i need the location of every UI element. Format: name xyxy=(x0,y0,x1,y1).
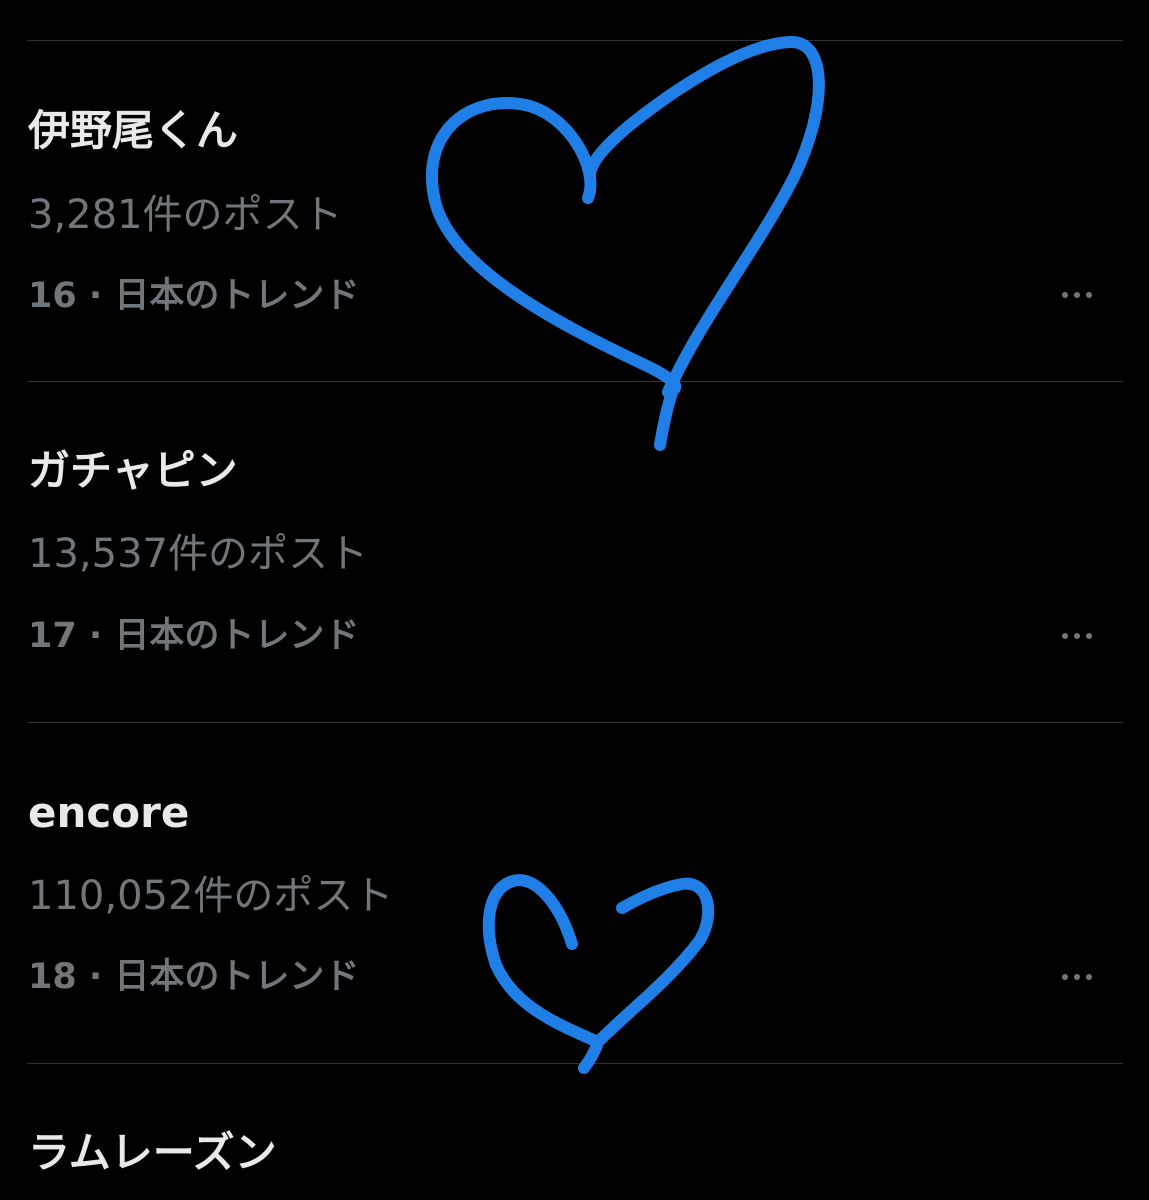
trend-post-count: 13,537件のポスト xyxy=(28,531,368,577)
more-horizontal-icon xyxy=(1062,633,1092,639)
trend-item-3[interactable]: encore 110,052件のポスト 18 · 日本のトレンド xyxy=(0,723,1149,1063)
trend-item-1[interactable]: 伊野尾くん 3,281件のポスト 16 · 日本のトレンド xyxy=(0,41,1149,381)
more-horizontal-icon xyxy=(1062,974,1092,980)
trend-title: ラムレーズン xyxy=(28,1128,277,1177)
trend-title: ガチャピン xyxy=(28,446,238,495)
more-horizontal-icon xyxy=(1062,292,1092,298)
trends-list: 伊野尾くん 3,281件のポスト 16 · 日本のトレンド ガチャピン 13,5… xyxy=(0,0,1149,1200)
trend-context: 18 · 日本のトレンド xyxy=(28,957,360,997)
trend-title: encore xyxy=(28,788,190,837)
trend-post-count: 110,052件のポスト xyxy=(28,873,394,919)
more-options-button[interactable] xyxy=(1050,281,1104,309)
trend-item-4[interactable]: ラムレーズン xyxy=(0,1064,1149,1200)
trend-item-2[interactable]: ガチャピン 13,537件のポスト 17 · 日本のトレンド xyxy=(0,382,1149,722)
more-options-button[interactable] xyxy=(1050,622,1104,650)
trend-post-count: 3,281件のポスト xyxy=(28,192,343,238)
trend-context: 16 · 日本のトレンド xyxy=(28,276,360,316)
more-options-button[interactable] xyxy=(1050,963,1104,991)
trend-context: 17 · 日本のトレンド xyxy=(28,616,360,656)
trend-title: 伊野尾くん xyxy=(28,106,239,155)
